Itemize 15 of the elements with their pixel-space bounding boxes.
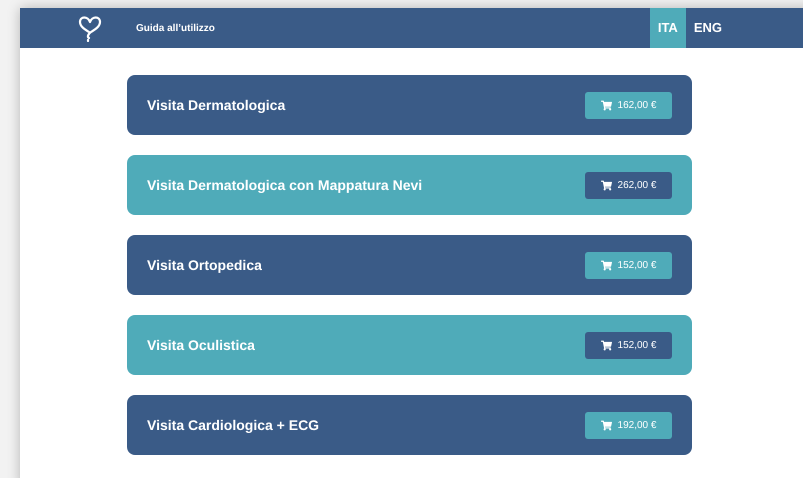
- service-name: Visita Dermatologica: [147, 96, 286, 115]
- cart-icon: [600, 100, 612, 110]
- service-name: Visita Oculistica: [147, 336, 255, 354]
- price-button[interactable]: 152,00 €: [585, 332, 672, 358]
- cart-icon: [600, 340, 612, 350]
- service-name: Visita Cardiologica + ECG: [147, 416, 320, 435]
- service-name: Visita Dermatologica con Mappatura Nevi: [147, 176, 422, 195]
- cart-icon: [600, 260, 612, 270]
- heart-logo-icon: [78, 14, 102, 42]
- cart-icon: [600, 180, 612, 190]
- cart-icon: [600, 420, 612, 430]
- service-name: Visita Ortopedica: [147, 256, 262, 275]
- language-tab[interactable]: ENG: [686, 8, 730, 48]
- guide-link[interactable]: Guida all’utilizzo: [136, 20, 215, 36]
- price-button[interactable]: 262,00 €: [585, 172, 672, 198]
